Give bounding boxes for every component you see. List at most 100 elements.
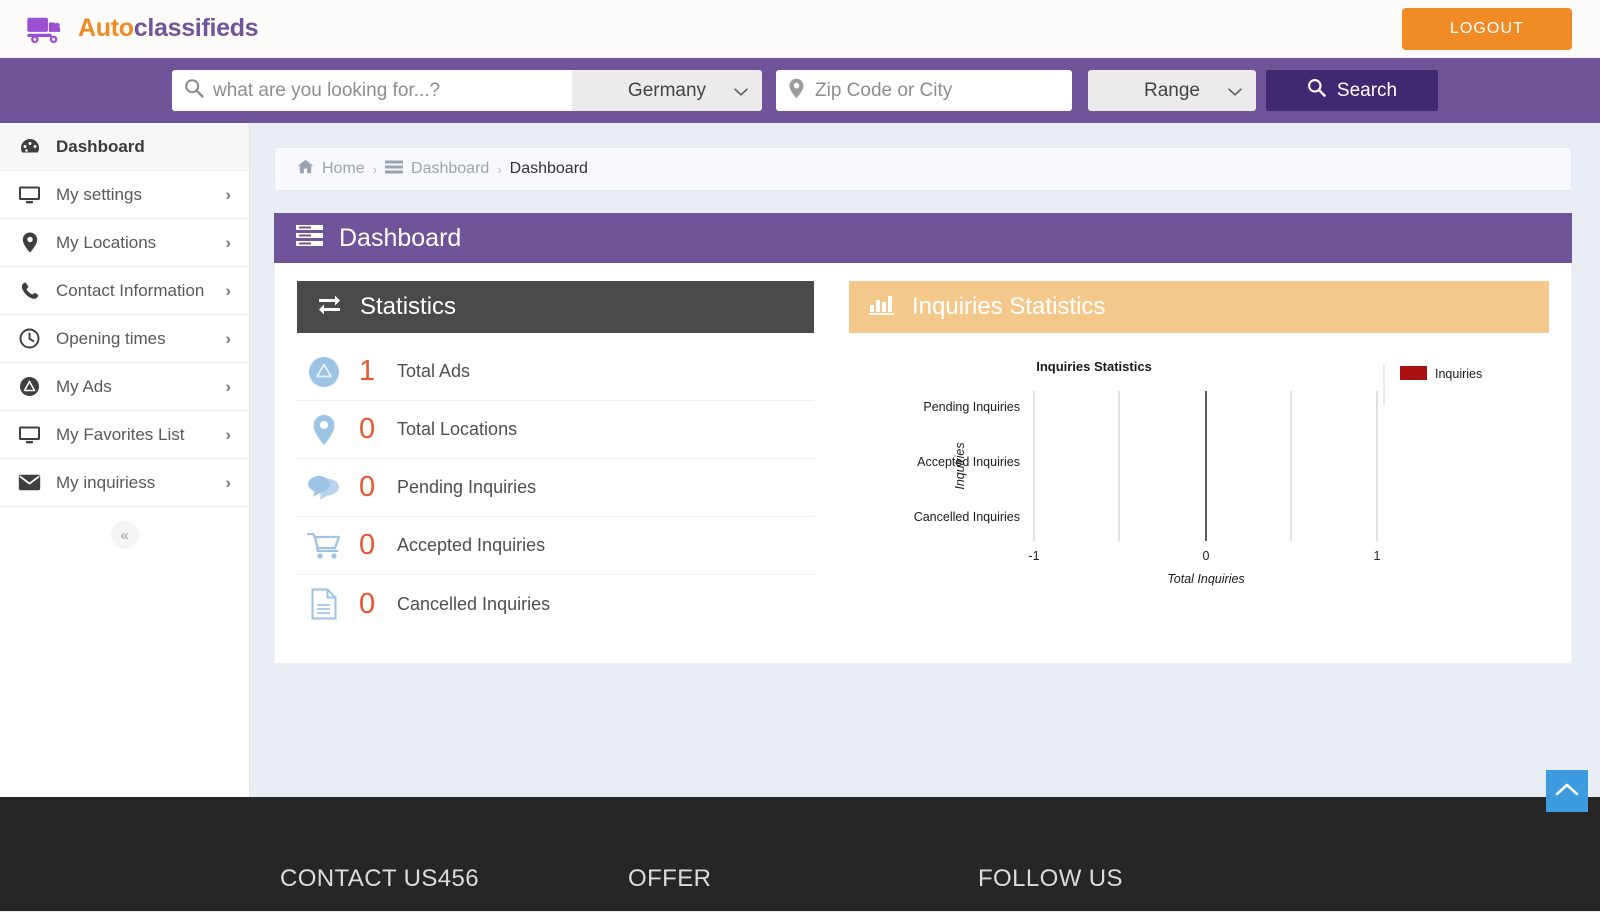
breadcrumb-home-link[interactable]: Home — [322, 160, 365, 178]
stat-label: Pending Inquiries — [397, 477, 537, 497]
circle-up-icon — [18, 376, 41, 397]
sidebar-collapse-row: « — [0, 507, 249, 549]
logout-button[interactable]: LOGOUT — [1401, 7, 1572, 50]
home-icon — [297, 159, 314, 179]
sidebar-item-opening-times[interactable]: Opening times › — [0, 315, 249, 363]
chevron-up-icon — [1555, 782, 1579, 800]
search-input[interactable] — [213, 79, 560, 102]
monitor-icon — [18, 425, 41, 445]
chevron-right-icon: › — [225, 424, 231, 444]
sidebar-item-my-settings[interactable]: My settings › — [0, 171, 249, 219]
chart-ytick-label: Cancelled Inquiries — [914, 510, 1020, 524]
stat-value: 0 — [359, 529, 376, 561]
search-icon — [1307, 78, 1326, 103]
stat-row-cancelled-inquiries: 0 Cancelled Inquiries — [297, 575, 814, 633]
sidebar-item-my-inquiriess[interactable]: My inquiriess › — [0, 459, 249, 507]
double-chevron-left-icon: « — [120, 526, 129, 544]
sidebar-item-my-ads[interactable]: My Ads › — [0, 363, 249, 411]
dashboard-gauge-icon — [18, 136, 41, 158]
chevron-down-icon — [1228, 81, 1242, 103]
shopping-cart-icon — [305, 532, 343, 560]
top-header: Autoclassifieds LOGOUT — [0, 0, 1600, 58]
chevron-right-icon: › — [225, 376, 231, 396]
dashboard-panel: Statistics 1 Total Ads 0 Total Locations… — [274, 263, 1572, 664]
chat-bubbles-icon — [305, 474, 343, 502]
chevron-right-icon: › — [225, 328, 231, 348]
brand-name-part1: Auto — [78, 14, 134, 42]
breadcrumb-dashboard-link[interactable]: Dashboard — [411, 160, 489, 178]
phone-icon — [18, 281, 41, 301]
sidebar-item-label: My Ads — [56, 376, 112, 396]
sidebar-item-label: My inquiriess — [56, 472, 156, 492]
keyword-search-field[interactable] — [172, 70, 572, 111]
sidebar-item-dashboard[interactable]: Dashboard — [0, 123, 249, 171]
range-select-value: Range — [1144, 79, 1200, 101]
chart-legend-label: Inquiries — [1435, 367, 1482, 381]
stat-label: Accepted Inquiries — [397, 535, 546, 555]
sidebar-item-label: Dashboard — [56, 136, 145, 156]
stat-label: Total Locations — [397, 419, 518, 439]
sidebar: Dashboard My settings › My Locations › C… — [0, 123, 250, 797]
footer-column-contact: CONTACT US456 — [280, 865, 480, 892]
stat-row-accepted-inquiries: 0 Accepted Inquiries — [297, 517, 814, 575]
sidebar-item-my-locations[interactable]: My Locations › — [0, 219, 249, 267]
zip-input[interactable] — [815, 79, 1060, 102]
stat-value: 0 — [359, 471, 376, 503]
range-select[interactable]: Range — [1088, 70, 1256, 111]
inquiries-statistics-card: Inquiries Statistics Inquiries Statistic… — [849, 281, 1549, 633]
search-button[interactable]: Search — [1266, 70, 1438, 111]
map-pin-icon — [18, 232, 41, 253]
bar-chart-icon — [869, 293, 894, 322]
sidebar-item-my-favorites-list[interactable]: My Favorites List › — [0, 411, 249, 459]
chevron-down-icon — [734, 81, 748, 103]
footer: CONTACT US456 OFFER FOLLOW US — [0, 770, 1600, 911]
chart-x-axis-label: Total Inquiries — [1167, 572, 1244, 586]
sidebar-item-label: My settings — [56, 184, 142, 204]
chevron-right-icon: › — [225, 232, 231, 252]
country-select-value: Germany — [627, 79, 707, 101]
sidebar-item-label: Opening times — [56, 328, 166, 348]
truck-icon — [26, 14, 68, 44]
chevron-right-icon: › — [225, 472, 231, 492]
stat-row-total-locations: 0 Total Locations — [297, 401, 814, 459]
map-pin-icon — [305, 414, 343, 446]
statistics-card: Statistics 1 Total Ads 0 Total Locations… — [297, 281, 814, 633]
stat-label: Cancelled Inquiries — [397, 593, 551, 614]
sidebar-collapse-button[interactable]: « — [110, 521, 139, 549]
country-select[interactable]: Germany — [572, 70, 762, 111]
main-layout: Dashboard My settings › My Locations › C… — [0, 123, 1600, 797]
sidebar-item-label: My Locations — [56, 232, 157, 252]
stat-value: 1 — [359, 355, 376, 387]
stat-value: 0 — [359, 587, 376, 620]
sidebar-item-contact-information[interactable]: Contact Information › — [0, 267, 249, 315]
envelope-icon — [18, 474, 41, 491]
document-icon — [305, 588, 343, 620]
statistics-card-header: Statistics — [297, 281, 814, 333]
sidebar-item-label: My Favorites List — [56, 424, 185, 444]
clock-icon — [18, 328, 41, 349]
breadcrumb-separator: › — [497, 161, 502, 177]
breadcrumb: Home › Dashboard › Dashboard — [274, 147, 1572, 191]
monitor-icon — [18, 185, 41, 205]
brand-name: Autoclassifieds — [78, 14, 259, 43]
zip-search-field[interactable] — [776, 70, 1072, 111]
page-title-bar: Dashboard — [274, 213, 1572, 263]
scroll-to-top-button[interactable] — [1546, 770, 1588, 812]
chevron-right-icon: › — [225, 280, 231, 300]
footer-columns: CONTACT US456 OFFER FOLLOW US — [0, 865, 1600, 893]
stat-row-total-ads: 1 Total Ads — [297, 343, 814, 401]
chart-legend-swatch — [1400, 366, 1427, 380]
inquiries-chart-svg: Inquiries Statistics Pending Inquiries A… — [914, 359, 1483, 586]
chart-xtick-label: 0 — [1203, 549, 1210, 563]
map-pin-icon — [788, 78, 805, 104]
chart-xtick-label: 1 — [1374, 549, 1381, 563]
search-bar: Germany Range Search — [0, 58, 1600, 123]
content-area: Home › Dashboard › Dashboard Dashboard S… — [250, 123, 1600, 797]
chart-xtick-label: -1 — [1028, 549, 1039, 563]
chevron-right-icon: › — [225, 184, 231, 204]
exchange-icon — [317, 293, 342, 321]
sidebar-item-label: Contact Information — [56, 280, 205, 300]
brand-logo-group[interactable]: Autoclassifieds — [26, 14, 259, 44]
footer-column-follow: FOLLOW US — [978, 865, 1123, 892]
search-form: Germany Range Search — [172, 70, 1438, 111]
